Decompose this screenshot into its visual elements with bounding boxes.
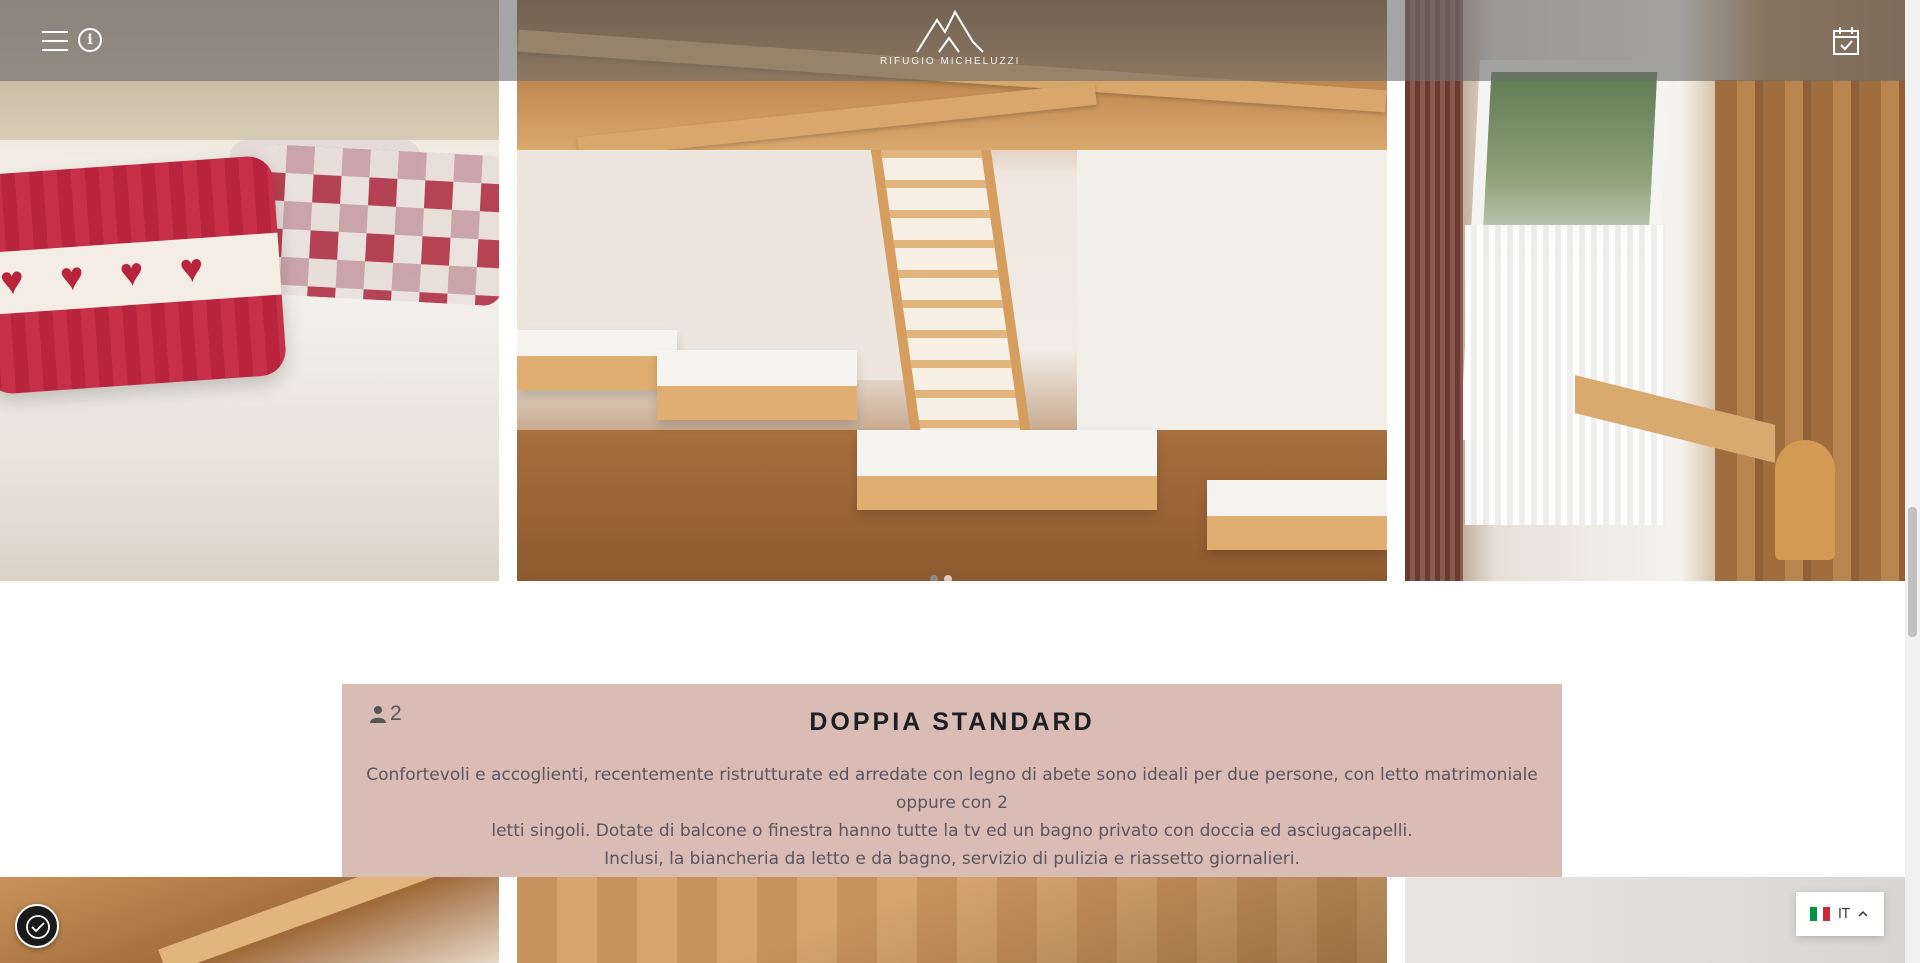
room-gallery-bottom — [0, 877, 1905, 963]
language-selector[interactable]: IT — [1796, 892, 1884, 936]
room-description-line: Inclusi, la biancheria da letto e da bag… — [604, 849, 1300, 869]
logo-text: RIFUGIO MICHELUZZI — [880, 56, 1021, 67]
hamburger-icon[interactable] — [42, 31, 68, 51]
room-description-line: letti singoli. Dotate di balcone o fines… — [491, 821, 1413, 841]
room-description-line: Confortevoli e accoglienti, recentemente… — [366, 765, 1538, 813]
site-header: i RIFUGIO MICHELUZZI — [0, 0, 1905, 81]
room-gallery-top: ♥ ♥ ♥ ♥ — [0, 0, 1905, 581]
room-title: DOPPIA STANDARD — [809, 708, 1095, 736]
site-logo[interactable]: RIFUGIO MICHELUZZI — [880, 8, 1020, 78]
room-photo[interactable] — [517, 877, 1387, 963]
chevron-up-icon — [1858, 910, 1868, 917]
room-photo-pillows[interactable]: ♥ ♥ ♥ ♥ — [0, 0, 499, 581]
room-photo[interactable] — [0, 877, 499, 963]
room-photo-twin-beds[interactable] — [517, 0, 1387, 581]
pagination-dot[interactable] — [930, 575, 938, 581]
pagination-dot[interactable] — [944, 575, 952, 581]
page-scrollbar[interactable] — [1905, 0, 1920, 963]
cookie-consent-icon[interactable] — [15, 904, 59, 948]
mountain-logo-icon — [916, 9, 984, 53]
gallery-pagination[interactable] — [930, 570, 980, 581]
info-icon[interactable]: i — [78, 28, 102, 52]
language-code: IT — [1838, 906, 1850, 922]
scrollbar-thumb[interactable] — [1908, 507, 1917, 637]
room-photo-window[interactable] — [1405, 0, 1905, 581]
room-description: Confortevoli e accoglienti, recentemente… — [362, 761, 1542, 873]
room-card: 2 DOPPIA STANDARD Confortevoli e accogli… — [342, 684, 1562, 877]
calendar-check-icon[interactable] — [1832, 26, 1860, 56]
italian-flag-icon — [1810, 907, 1831, 921]
